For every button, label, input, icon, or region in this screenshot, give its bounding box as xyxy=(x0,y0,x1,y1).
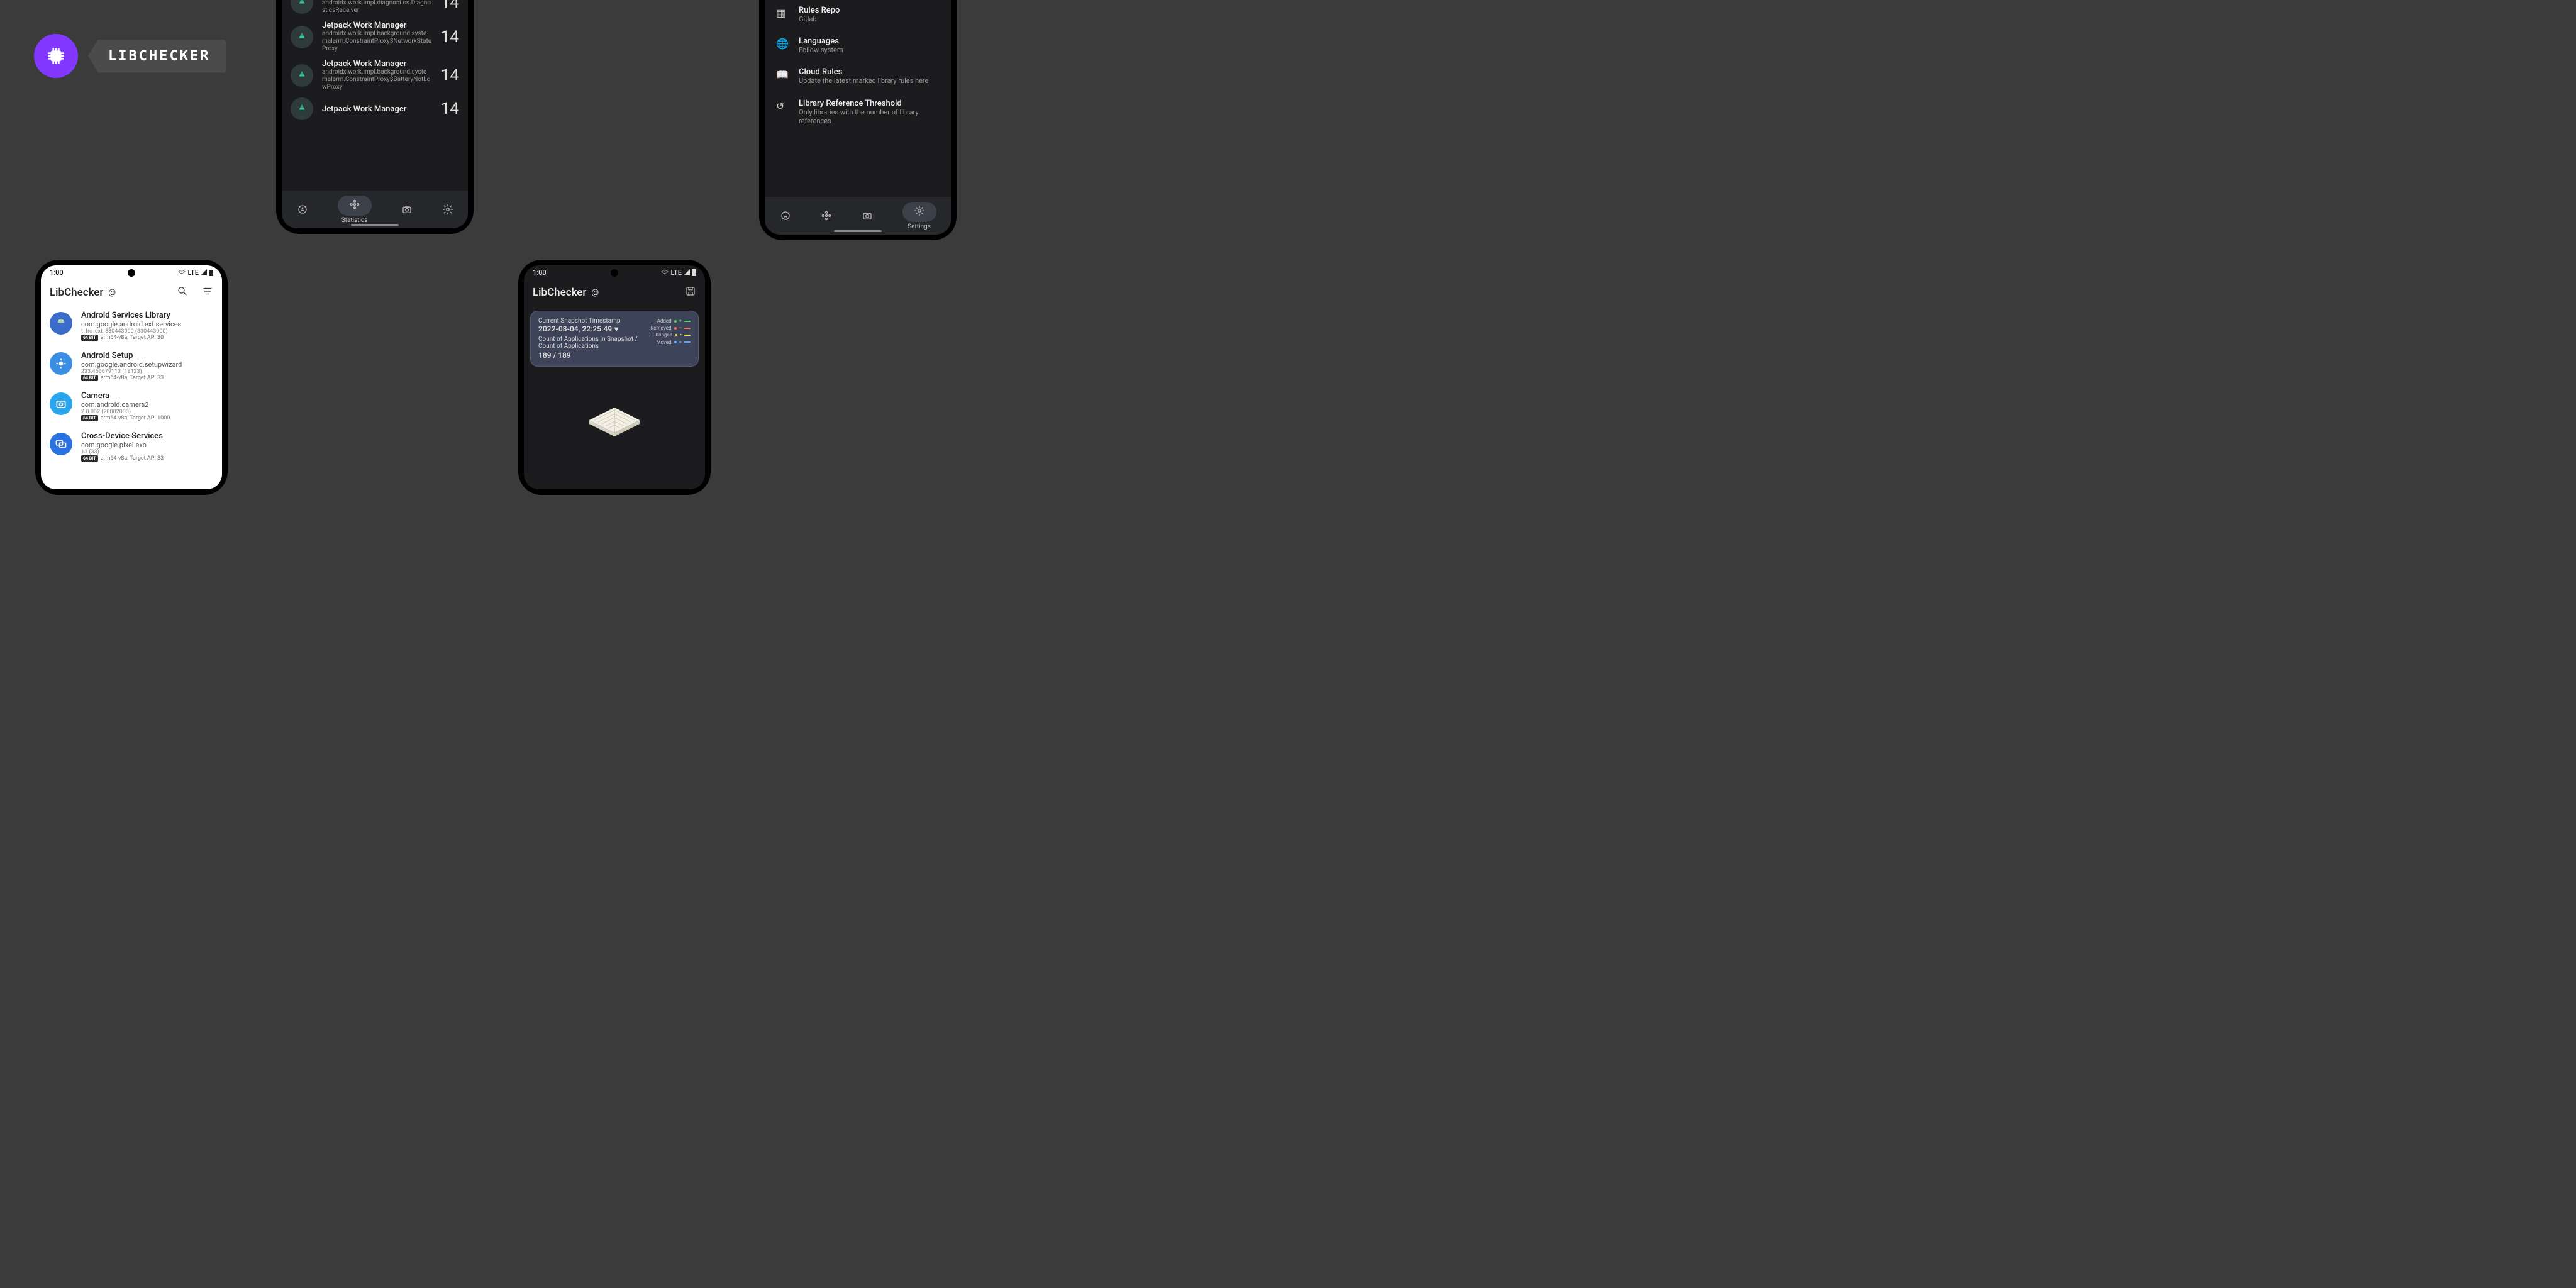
statistics-row[interactable]: Jetpack Work Managerandroidx.work.impl.b… xyxy=(282,18,468,56)
phone-settings: ◌ Part of the marked libraries will appe… xyxy=(765,0,951,235)
app-name: Camera xyxy=(81,391,170,401)
app-ver: 2.0.002 (20002000) xyxy=(81,409,170,415)
row-count: 14 xyxy=(441,0,459,12)
tab-apps[interactable] xyxy=(297,204,308,215)
logo-chip-icon xyxy=(34,34,78,78)
phone-statistics: Jetpack Work Managerandroidx.work.impl.b… xyxy=(282,0,468,228)
jetpack-icon xyxy=(291,64,313,87)
app-name: Cross-Device Services xyxy=(81,431,164,441)
snapshot-ts: 2022-08-04, 22:25:49 xyxy=(538,325,612,333)
row-sub: androidx.work.impl.background.systemalar… xyxy=(322,30,432,53)
page-title: LibChecker xyxy=(50,286,103,299)
snapshot-card[interactable]: Current Snapshot Timestamp 2022-08-04, 2… xyxy=(530,311,699,367)
app-pkg: com.google.pixel.exo xyxy=(81,441,164,449)
row-count: 14 xyxy=(441,66,459,85)
setting-title: Rules Repo xyxy=(799,6,940,15)
legend-row: Changed• xyxy=(650,331,691,338)
tab-statistics[interactable] xyxy=(821,210,832,221)
snapshot-count: 189 / 189 xyxy=(538,351,645,360)
setting-title: Library Reference Threshold xyxy=(799,99,940,108)
setting-title: Cloud Rules xyxy=(799,67,940,77)
dropdown-icon[interactable]: ▾ xyxy=(614,325,618,333)
header: LibChecker @ xyxy=(41,279,222,306)
bottom-nav: Settings xyxy=(765,197,951,235)
bottom-nav: Statistics xyxy=(282,191,468,228)
brand-logo: LIBCHECKER xyxy=(34,34,226,78)
status-right: LTE xyxy=(178,269,213,277)
tab-settings[interactable] xyxy=(442,204,453,215)
app-name: Android Setup xyxy=(81,351,182,360)
app-ver: t_frc_ext_330443000 (330443000) xyxy=(81,328,181,335)
row-count: 14 xyxy=(441,28,459,47)
app-row[interactable]: Android Setup com.google.android.setupwi… xyxy=(41,346,222,386)
phone-applist: 1:00 LTE LibChecker @ Android Services L… xyxy=(41,265,222,489)
statistics-row[interactable]: Jetpack Work Managerandroidx.work.impl.d… xyxy=(282,0,468,18)
tab-snapshot[interactable] xyxy=(862,210,873,221)
setting-icon: ↺ xyxy=(776,100,787,112)
sort-icon[interactable] xyxy=(202,286,213,299)
page-title: LibChecker xyxy=(533,286,586,299)
app-icon xyxy=(50,312,72,335)
row-title: Jetpack Work Manager xyxy=(322,59,432,69)
jetpack-icon xyxy=(291,97,313,120)
legend-row: Removed− xyxy=(650,325,691,331)
snapshot-ts-label: Current Snapshot Timestamp xyxy=(538,318,645,325)
row-title: Jetpack Work Manager xyxy=(322,104,432,114)
app-icon xyxy=(50,392,72,415)
row-sub: androidx.work.impl.diagnostics.Diagnosti… xyxy=(322,0,432,14)
app-icon xyxy=(50,352,72,375)
app-abi: 64 BITarm64-v8a, Target API 33 xyxy=(81,455,164,462)
at-icon: @ xyxy=(108,288,116,297)
app-abi: 64 BITarm64-v8a, Target API 33 xyxy=(81,375,182,381)
legend-row: Added+ xyxy=(650,318,691,325)
setting-icon: 📖 xyxy=(776,69,787,80)
app-abi: 64 BITarm64-v8a, Target API 30 xyxy=(81,335,181,341)
snapshot-count-label: Count of Applications in Snapshot / Coun… xyxy=(538,336,645,350)
legend-row: Moved+ xyxy=(650,339,691,346)
settings-row[interactable]: 🌐 LanguagesFollow system xyxy=(765,30,951,61)
setting-sub: Gitlab xyxy=(799,15,940,24)
setting-sub: Follow system xyxy=(799,46,940,55)
empty-book-illustration xyxy=(583,395,646,439)
row-title: Jetpack Work Manager xyxy=(322,21,432,30)
app-name: Android Services Library xyxy=(81,311,181,320)
jetpack-icon xyxy=(291,26,313,48)
brand-name: LIBCHECKER xyxy=(88,40,226,73)
row-count: 14 xyxy=(441,99,459,118)
settings-row[interactable]: 📖 Cloud RulesUpdate the latest marked li… xyxy=(765,61,951,92)
app-row[interactable]: Android Services Library com.google.andr… xyxy=(41,306,222,346)
app-pkg: com.google.android.setupwizard xyxy=(81,360,182,369)
statistics-row[interactable]: Jetpack Work Managerandroidx.work.impl.b… xyxy=(282,56,468,94)
tab-snapshot[interactable] xyxy=(401,204,413,215)
setting-icon: 🌐 xyxy=(776,38,787,50)
app-pkg: com.android.camera2 xyxy=(81,401,170,409)
jetpack-icon xyxy=(291,0,313,14)
tab-apps[interactable] xyxy=(780,210,791,221)
app-abi: 64 BITarm64-v8a, Target API 1000 xyxy=(81,415,170,421)
app-ver: 13 (33) xyxy=(81,449,164,455)
setting-sub: Only libraries with the number of librar… xyxy=(799,108,940,126)
settings-row[interactable]: ▦ Rules RepoGitlab xyxy=(765,0,951,30)
app-row[interactable]: Camera com.android.camera2 2.0.002 (2000… xyxy=(41,386,222,426)
app-ver: 233.456679113 (18123) xyxy=(81,369,182,375)
setting-title: Languages xyxy=(799,36,940,46)
row-sub: androidx.work.impl.background.systemalar… xyxy=(322,69,432,91)
setting-sub: Update the latest marked library rules h… xyxy=(799,77,940,86)
statistics-row[interactable]: Jetpack Work Manager 14 xyxy=(282,94,468,123)
search-icon[interactable] xyxy=(177,286,188,299)
at-icon: @ xyxy=(591,288,599,297)
setting-icon: ▦ xyxy=(776,7,787,19)
settings-row[interactable]: ↺ Library Reference ThresholdOnly librar… xyxy=(765,92,951,133)
tab-statistics[interactable]: Statistics xyxy=(338,196,372,224)
app-icon xyxy=(50,433,72,455)
app-row[interactable]: Cross-Device Services com.google.pixel.e… xyxy=(41,426,222,467)
app-pkg: com.google.android.ext.services xyxy=(81,320,181,328)
tab-settings[interactable]: Settings xyxy=(902,202,936,230)
phone-snapshot: 1:00 LTE LibChecker @ Current Snapshot T… xyxy=(524,265,705,489)
save-icon[interactable] xyxy=(685,286,696,299)
